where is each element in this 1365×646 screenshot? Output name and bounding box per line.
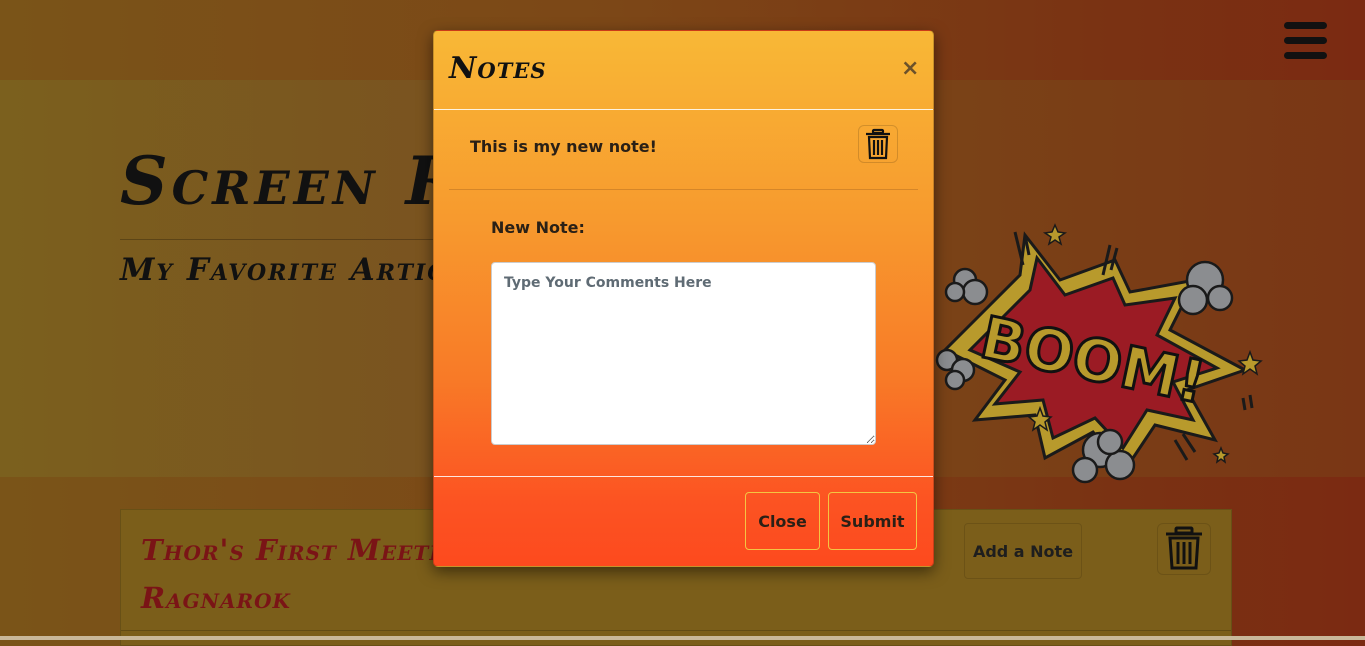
page-subtitle: My Favorite Article [120,252,484,288]
trash-icon [1166,526,1202,570]
delete-note-button[interactable] [858,125,898,163]
close-icon[interactable]: × [901,58,919,80]
note-text: This is my new note! [470,137,657,156]
submit-button[interactable]: Submit [828,492,917,550]
trash-icon [866,128,890,160]
modal-header: Notes × [434,31,933,110]
hamburger-menu-icon[interactable] [1284,22,1327,60]
note-item: This is my new note! [449,111,918,190]
boom-explosion-image: BOOM! [935,223,1263,484]
notes-modal: Notes × This is my new note! New Note: C… [433,30,934,567]
modal-footer: Close Submit [434,476,933,566]
delete-article-button[interactable] [1157,523,1211,575]
title-divider [120,239,440,240]
article-divider [121,630,1231,631]
modal-title: Notes [449,51,547,86]
page-bottom-strip [0,636,1365,640]
add-note-button[interactable]: Add a Note [964,523,1082,579]
close-button[interactable]: Close [745,492,820,550]
new-note-textarea[interactable] [491,262,876,445]
new-note-label: New Note: [491,218,585,237]
